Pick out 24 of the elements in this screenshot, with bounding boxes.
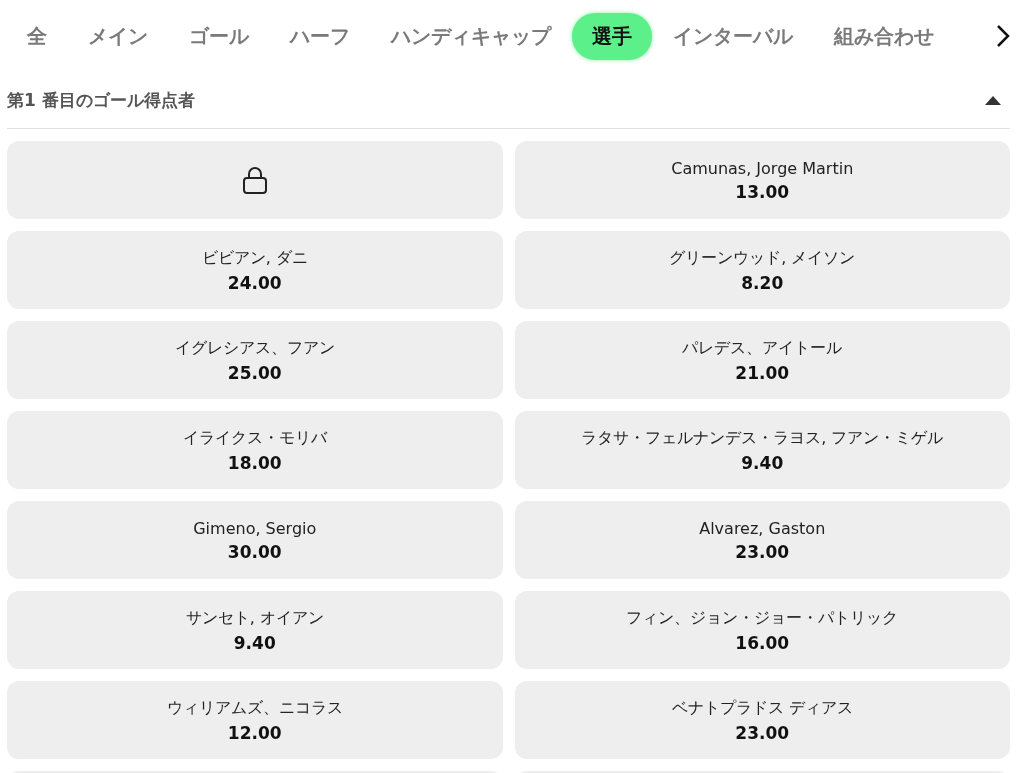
odds-button[interactable]: ベナトプラドス ディアス 23.00 <box>514 681 1010 759</box>
tab[interactable]: ハンディキャップ <box>371 12 571 60</box>
odds-button[interactable]: パレデス、アイトール 21.00 <box>514 321 1010 399</box>
tab[interactable]: ハーフ <box>270 12 370 60</box>
lock-icon <box>241 166 268 194</box>
odds-button[interactable]: イライクス・モリバ 18.00 <box>7 411 503 489</box>
odds-button[interactable]: Alvarez, Gaston 23.00 <box>514 501 1010 579</box>
tab[interactable]: 全 <box>7 12 67 60</box>
tab[interactable]: メイン <box>68 12 168 60</box>
tab[interactable]: ゴール <box>169 12 269 60</box>
chevron-right-icon[interactable] <box>996 24 1010 48</box>
odds-button[interactable]: ビビアン, ダニ 24.00 <box>7 231 503 309</box>
tab[interactable]: 選手 <box>572 12 652 60</box>
odds-button[interactable]: グリーンウッド, メイソン 8.20 <box>514 231 1010 309</box>
odds-button[interactable]: Camunas, Jorge Martin 13.00 <box>514 141 1010 219</box>
odds-button[interactable]: フィン、ジョン・ジョー・パトリック 16.00 <box>514 591 1010 669</box>
odds-button[interactable]: イグレシアス、フアン 25.00 <box>7 321 503 399</box>
odds-button[interactable]: ラタサ・フェルナンデス・ラヨス, フアン・ミゲル 9.40 <box>514 411 1010 489</box>
section-title: 第1 番目のゴール得点者 <box>7 88 195 112</box>
odds-button[interactable]: ウィリアムズ、ニコラス 12.00 <box>7 681 503 759</box>
tab[interactable]: インターバル <box>653 12 813 60</box>
odds-button[interactable]: サンセト, オイアン 9.40 <box>7 591 503 669</box>
odds-button[interactable]: Gimeno, Sergio 30.00 <box>7 501 503 579</box>
tab[interactable]: 組み合わせ <box>814 12 954 60</box>
